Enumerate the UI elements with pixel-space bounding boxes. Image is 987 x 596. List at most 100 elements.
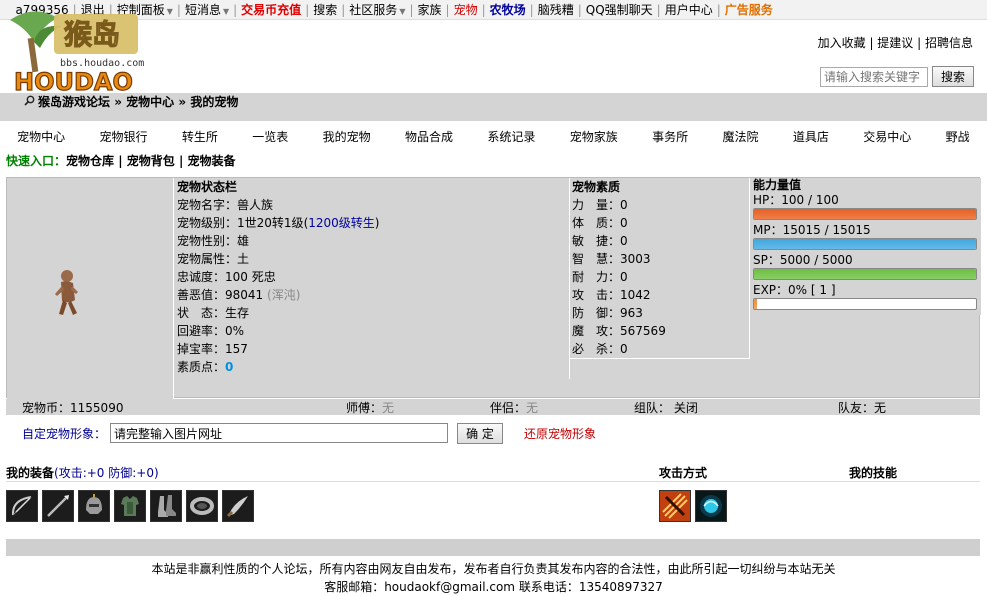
mp-label: MP：15015 / 15015: [753, 223, 871, 237]
recharge-link[interactable]: 交易币充值: [237, 1, 305, 18]
suggest-link[interactable]: 提建议: [877, 36, 913, 50]
nav-system-log[interactable]: 系统记录: [487, 128, 535, 145]
bookmark-link[interactable]: 加入收藏: [818, 36, 866, 50]
breadcrumb-page: 我的宠物: [190, 95, 239, 109]
pet-partner: 伴侣：无: [490, 400, 539, 415]
helmet-icon[interactable]: [78, 490, 110, 522]
quality-row: 力 量：0: [572, 198, 628, 212]
breadcrumb-section[interactable]: 宠物中心: [126, 95, 174, 109]
pet-info-bar: 宠物币：1155090 师傅：无 伴侣：无 组队： 关闭 队友：无: [6, 399, 980, 415]
custom-image-row: 自定宠物形象： 确 定 还原宠物形象: [22, 422, 596, 444]
search-input[interactable]: [820, 67, 928, 87]
skill-title: 我的技能: [849, 466, 898, 480]
footer-disclaimer: 本站是非赢利性质的个人论坛，所有内容由网友自由发布，发布者自行负责其发布内容的合…: [151, 562, 836, 576]
pet-panel: 宠物状态栏 宠物名字：兽人族 宠物级别：1世20转1级(1200级转生) 宠物性…: [6, 177, 981, 399]
search-icon: [24, 94, 35, 110]
pet-ability-box: 能力量值 HP：100 / 100 MP：15015 / 15015 SP：50…: [751, 178, 981, 315]
restore-image-link[interactable]: 还原宠物形象: [524, 425, 596, 442]
sp-label: SP：5000 / 5000: [753, 253, 853, 267]
ad-service-link[interactable]: 广告服务: [721, 1, 777, 18]
nav-item-shop[interactable]: 道具店: [793, 128, 829, 145]
quality-row: 体 质：0: [572, 216, 628, 230]
farm-link[interactable]: 农牧场: [486, 1, 530, 18]
qq-chat-link[interactable]: QQ强制聊天: [582, 1, 657, 18]
exp-fill: [754, 299, 758, 309]
search-button[interactable]: 搜索: [932, 66, 974, 87]
confirm-button[interactable]: 确 定: [457, 422, 504, 444]
quick-entry: 快速入口：宠物仓库 | 宠物背包 | 宠物装备: [6, 154, 236, 168]
hp-fill: [754, 209, 976, 219]
boots-icon[interactable]: [150, 490, 182, 522]
quality-row: 必 杀：0: [572, 342, 628, 356]
nav-pet-family[interactable]: 宠物家族: [570, 128, 618, 145]
custom-image-input[interactable]: [110, 423, 449, 443]
pet-loyalty-row: 忠诚度：100 死忠: [177, 270, 276, 284]
hp-bar: [753, 208, 977, 220]
pet-attr-row: 宠物属性：土: [177, 252, 250, 266]
quality-row: 智 慧：3003: [572, 252, 651, 266]
houdao-logo[interactable]: 猴岛 bbs.houdao.com HOUDAO: [4, 2, 144, 97]
header-links: 加入收藏 | 提建议 | 招聘信息: [817, 36, 973, 50]
nav-overview[interactable]: 一览表: [252, 128, 288, 145]
logo-text-en: HOUDAO: [14, 68, 133, 94]
bow-icon[interactable]: [6, 490, 38, 522]
family-link[interactable]: 家族: [414, 1, 446, 18]
nav-trade[interactable]: 交易中心: [863, 128, 911, 145]
sp-fill: [754, 269, 976, 279]
nav-pet-center[interactable]: 宠物中心: [17, 128, 65, 145]
equipment-title: 我的装备(攻击:+0 防御:+0): [6, 466, 159, 480]
community-link[interactable]: 社区服务 ▼: [345, 1, 409, 18]
breadcrumb: 猴岛游戏论坛 » 宠物中心 » 我的宠物: [0, 93, 987, 121]
nav-magic[interactable]: 魔法院: [723, 128, 759, 145]
page-edge: [981, 177, 987, 592]
nav-pet-bank[interactable]: 宠物银行: [100, 128, 148, 145]
cyan-orb-icon[interactable]: [695, 490, 727, 522]
armor-icon[interactable]: [114, 490, 146, 522]
pet-master: 师傅：无: [346, 400, 395, 415]
chevron-down-icon: ▼: [222, 7, 230, 16]
equipment-header: 我的装备(攻击:+0 防御:+0) 攻击方式 我的技能: [6, 462, 980, 482]
ability-title: 能力量值: [753, 178, 802, 192]
quick-equipment[interactable]: 宠物装备: [188, 154, 236, 168]
quality-row: 敏 捷：0: [572, 234, 628, 248]
pet-link[interactable]: 宠物: [450, 1, 482, 18]
pet-image: [7, 178, 174, 399]
custom-image-label: 自定宠物形象：: [22, 426, 107, 441]
mp-fill: [754, 239, 976, 249]
mp-bar: [753, 238, 977, 250]
divider-bar: [6, 539, 980, 556]
nav-office[interactable]: 事务所: [652, 128, 688, 145]
brain-link[interactable]: 脑残糟: [534, 1, 578, 18]
blade-icon[interactable]: [222, 490, 254, 522]
nav-synthesis[interactable]: 物品合成: [405, 128, 453, 145]
rebirth-link[interactable]: 1200级转生: [308, 216, 375, 230]
nav-field-battle[interactable]: 野战: [946, 128, 970, 145]
quick-warehouse[interactable]: 宠物仓库: [66, 154, 114, 168]
messages-link[interactable]: 短消息 ▼: [181, 1, 233, 18]
spear-icon[interactable]: [42, 490, 74, 522]
nav-my-pet[interactable]: 我的宠物: [323, 128, 371, 145]
bracelet-icon[interactable]: [186, 490, 218, 522]
pet-teammate: 队友：无: [838, 400, 887, 415]
exp-label: EXP：0% [ 1 ]: [753, 283, 836, 297]
chevron-down-icon: ▼: [166, 7, 173, 16]
user-center-link[interactable]: 用户中心: [661, 1, 717, 18]
pet-gender-row: 宠物性别：雄: [177, 234, 250, 248]
pet-status-box: 宠物状态栏 宠物名字：兽人族 宠物级别：1世20转1级(1200级转生) 宠物性…: [175, 178, 570, 379]
nav-rebirth[interactable]: 转生所: [182, 128, 218, 145]
search-link[interactable]: 搜索: [309, 1, 341, 18]
footer-contact: 客服邮箱：houdaokf@gmail.com 联系电话：13540897327: [324, 580, 663, 594]
fire-claw-icon[interactable]: [659, 490, 691, 522]
breadcrumb-home[interactable]: 猴岛游戏论坛: [38, 95, 110, 109]
pet-points-row: 素质点：0: [177, 360, 234, 374]
status-title: 宠物状态栏: [177, 180, 238, 194]
hp-label: HP：100 / 100: [753, 193, 839, 207]
pet-nav: 宠物中心 宠物银行 转生所 一览表 我的宠物 物品合成 系统记录 宠物家族 事务…: [0, 121, 987, 151]
pet-level-row: 宠物级别：1世20转1级(1200级转生): [177, 216, 380, 230]
pet-name-row: 宠物名字：兽人族: [177, 198, 274, 212]
quick-backpack[interactable]: 宠物背包: [127, 154, 175, 168]
pet-drop-row: 掉宝率：157: [177, 342, 248, 356]
recruit-link[interactable]: 招聘信息: [925, 36, 973, 50]
pet-coin: 宠物币：1155090: [22, 400, 124, 415]
quality-row: 防 御：963: [572, 306, 643, 320]
